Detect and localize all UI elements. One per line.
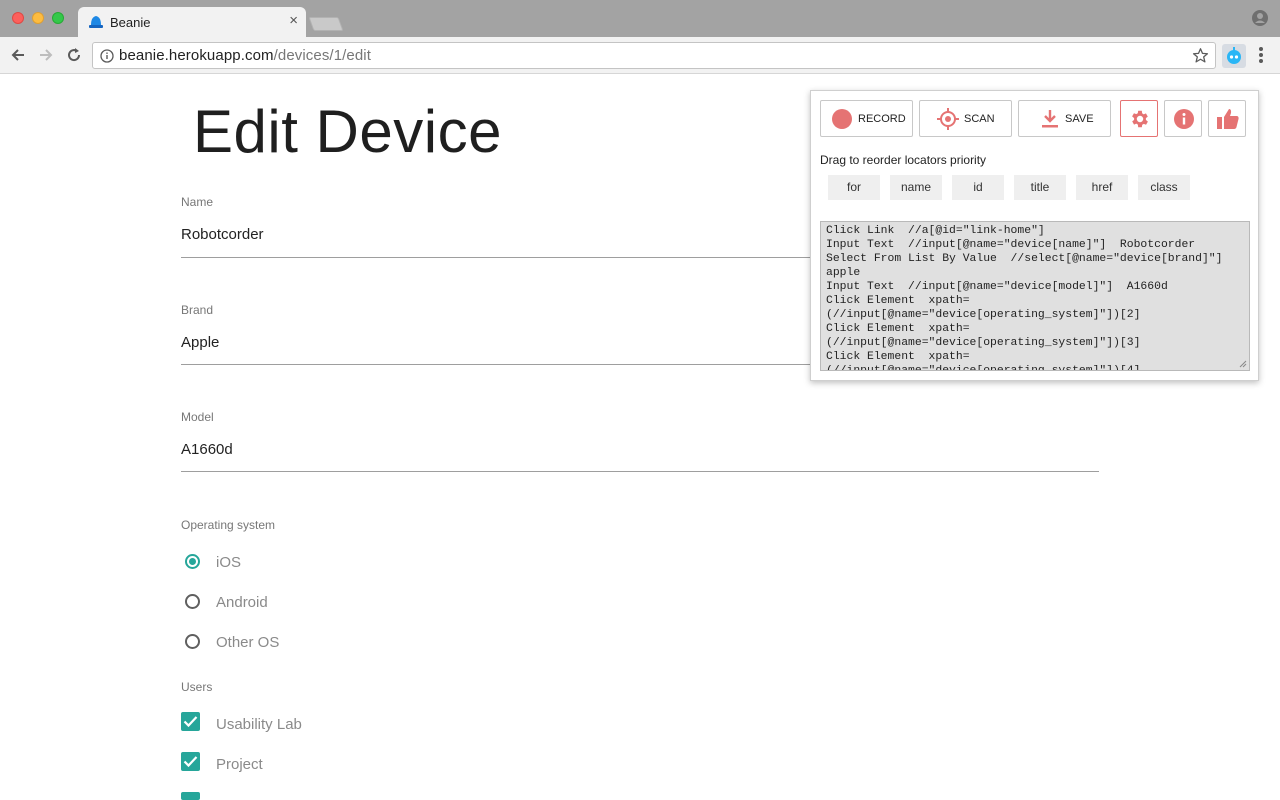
new-tab-button[interactable] bbox=[308, 17, 344, 31]
os-option-other-label[interactable]: Other OS bbox=[216, 634, 279, 651]
users-label: Users bbox=[181, 680, 213, 694]
profile-icon[interactable] bbox=[1252, 10, 1268, 26]
record-label: RECORD bbox=[858, 113, 906, 125]
reload-icon[interactable] bbox=[65, 46, 83, 64]
locator-chip-title[interactable]: title bbox=[1014, 175, 1066, 200]
user-project-label[interactable]: Project bbox=[216, 756, 263, 773]
record-button[interactable]: RECORD bbox=[820, 100, 913, 137]
settings-button[interactable] bbox=[1120, 100, 1158, 137]
robotcorder-popup: RECORD SCAN SAVE Drag to reorder locator… bbox=[810, 90, 1259, 381]
user-checkbox-usability-lab[interactable] bbox=[181, 712, 200, 731]
scan-button[interactable]: SCAN bbox=[919, 100, 1012, 137]
locator-chip-for[interactable]: for bbox=[828, 175, 880, 200]
brand-underline bbox=[181, 364, 811, 365]
page-title: Edit Device bbox=[193, 98, 502, 165]
crosshair-icon bbox=[937, 108, 959, 130]
os-label: Operating system bbox=[181, 518, 276, 532]
locator-chip-id[interactable]: id bbox=[952, 175, 1004, 200]
like-button[interactable] bbox=[1208, 100, 1246, 137]
os-option-ios-label[interactable]: iOS bbox=[216, 554, 241, 571]
os-radio-ios[interactable] bbox=[185, 554, 200, 569]
user-usability-lab-label[interactable]: Usability Lab bbox=[216, 716, 302, 733]
script-text: Click Link //a[@id="link-home"] Input Te… bbox=[826, 225, 1223, 371]
locator-chip-name[interactable]: name bbox=[890, 175, 942, 200]
address-bar[interactable]: beanie.herokuapp.com/devices/1/edit bbox=[92, 42, 1216, 69]
script-output-textarea[interactable]: Click Link //a[@id="link-home"] Input Te… bbox=[820, 221, 1250, 371]
name-label: Name bbox=[181, 195, 214, 209]
url-text: beanie.herokuapp.com/devices/1/edit bbox=[119, 47, 371, 64]
name-underline bbox=[181, 257, 811, 258]
resize-grip-icon[interactable] bbox=[1239, 360, 1247, 368]
checkmark-icon bbox=[183, 716, 198, 728]
gear-icon bbox=[1132, 110, 1148, 128]
browser-toolbar: beanie.herokuapp.com/devices/1/edit bbox=[0, 37, 1280, 74]
locator-chip-class[interactable]: class bbox=[1138, 175, 1190, 200]
drag-hint-text: Drag to reorder locators priority bbox=[820, 153, 987, 167]
os-radio-android[interactable] bbox=[185, 594, 200, 609]
site-info-icon[interactable] bbox=[100, 49, 114, 63]
model-input[interactable]: A1660d bbox=[181, 441, 233, 458]
save-label: SAVE bbox=[1065, 113, 1094, 125]
beanie-favicon-icon bbox=[89, 16, 103, 28]
brand-label: Brand bbox=[181, 303, 214, 317]
robot-icon bbox=[1227, 47, 1241, 64]
tab-strip: Beanie × bbox=[0, 0, 1280, 37]
browser-tab[interactable]: Beanie × bbox=[78, 7, 306, 37]
brand-select[interactable]: Apple bbox=[181, 334, 219, 351]
minimize-window-button[interactable] bbox=[32, 12, 44, 24]
record-icon bbox=[832, 109, 852, 129]
os-option-android-label[interactable]: Android bbox=[216, 594, 268, 611]
robotcorder-extension-icon[interactable] bbox=[1222, 44, 1246, 68]
checkmark-icon bbox=[183, 756, 198, 768]
maximize-window-button[interactable] bbox=[52, 12, 64, 24]
model-underline bbox=[181, 471, 1099, 472]
forward-arrow-icon[interactable] bbox=[37, 46, 55, 64]
info-button[interactable] bbox=[1164, 100, 1202, 137]
os-radio-other[interactable] bbox=[185, 634, 200, 649]
user-checkbox-partial[interactable] bbox=[181, 792, 200, 800]
user-checkbox-project[interactable] bbox=[181, 752, 200, 771]
locator-chip-href[interactable]: href bbox=[1076, 175, 1128, 200]
url-path: /devices/1/edit bbox=[273, 47, 371, 64]
save-button[interactable]: SAVE bbox=[1018, 100, 1111, 137]
tab-title: Beanie bbox=[110, 15, 151, 30]
url-host: beanie.herokuapp.com bbox=[119, 47, 274, 64]
close-window-button[interactable] bbox=[12, 12, 24, 24]
thumbs-up-icon bbox=[1217, 109, 1239, 129]
tab-close-icon[interactable]: × bbox=[289, 12, 298, 29]
browser-menu-icon[interactable] bbox=[1258, 47, 1264, 65]
download-icon bbox=[1042, 110, 1058, 128]
name-input[interactable]: Robotcorder bbox=[181, 226, 264, 243]
model-label: Model bbox=[181, 410, 214, 424]
scan-label: SCAN bbox=[964, 113, 995, 125]
info-icon bbox=[1174, 109, 1194, 129]
bookmark-star-icon[interactable] bbox=[1192, 47, 1209, 64]
back-arrow-icon[interactable] bbox=[9, 46, 27, 64]
